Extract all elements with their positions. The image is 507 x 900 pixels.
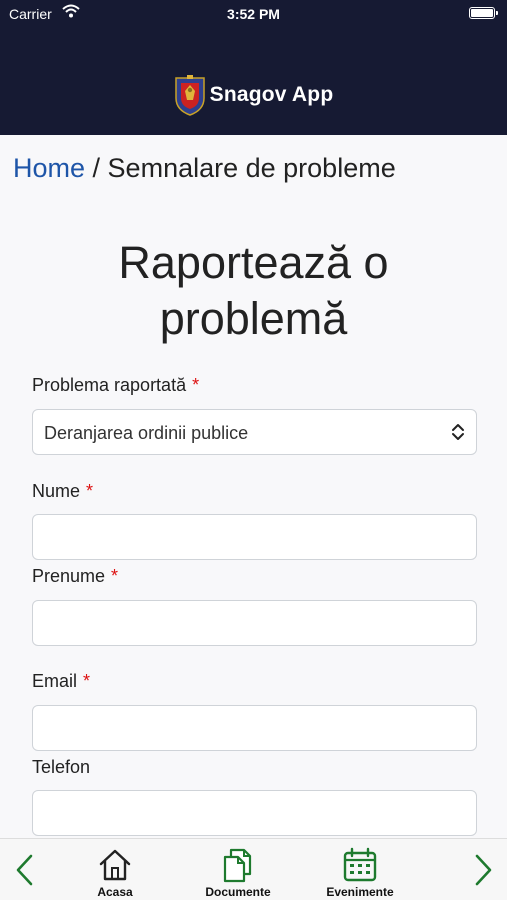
nume-label: Nume * [32, 481, 93, 502]
status-time: 3:52 PM [227, 6, 280, 22]
telefon-input[interactable] [32, 790, 477, 836]
app-header: Carrier 3:52 PM Snagov App [0, 0, 507, 135]
page-title: Raportează o problemă [118, 237, 389, 344]
tab-label: Documente [205, 885, 271, 899]
battery-icon [469, 7, 498, 19]
breadcrumb-separator: / [85, 153, 108, 183]
problem-select-value: Deranjarea ordinii publice [44, 423, 249, 443]
required-marker: * [86, 481, 94, 501]
status-bar: Carrier 3:52 PM [0, 0, 507, 28]
tab-documente[interactable]: Documente [188, 847, 288, 900]
prenume-input[interactable] [32, 600, 477, 646]
prenume-label-text: Prenume [32, 566, 106, 586]
main-content: Home / Semnalare de probleme Raportează … [0, 135, 507, 838]
breadcrumb: Home / Semnalare de probleme [13, 153, 396, 184]
bottom-tab-bar: Acasa Documente Evenimente [0, 838, 507, 900]
required-marker: * [192, 375, 200, 395]
problem-label: Problema raportată * [32, 375, 199, 396]
breadcrumb-home-link[interactable]: Home [13, 153, 85, 183]
breadcrumb-current: Semnalare de probleme [107, 153, 396, 183]
required-marker: * [111, 566, 119, 586]
tab-label: Evenimente [326, 885, 394, 899]
documents-icon [223, 848, 252, 883]
chevron-left-icon[interactable] [13, 853, 37, 887]
chevron-up-down-icon [452, 424, 464, 440]
required-marker: * [83, 671, 91, 691]
nume-label-text: Nume [32, 481, 81, 501]
chevron-right-icon[interactable] [471, 853, 495, 887]
nume-input[interactable] [32, 514, 477, 560]
coat-of-arms-logo [174, 75, 205, 116]
telefon-label-text: Telefon [32, 757, 91, 777]
email-label: Email * [32, 671, 90, 692]
email-input[interactable] [32, 705, 477, 751]
calendar-icon [343, 847, 377, 882]
problem-select[interactable]: Deranjarea ordinii publice [32, 409, 477, 455]
app-brand: Snagov App [0, 72, 507, 118]
telefon-label: Telefon [32, 757, 90, 778]
tab-label: Acasa [97, 885, 133, 899]
home-icon [99, 849, 131, 881]
email-label-text: Email [32, 671, 78, 691]
tab-acasa[interactable]: Acasa [65, 847, 165, 900]
tab-evenimente[interactable]: Evenimente [310, 847, 410, 900]
problem-label-text: Problema raportată [32, 375, 187, 395]
prenume-label: Prenume * [32, 566, 118, 587]
app-name: Snagov App [209, 83, 334, 106]
